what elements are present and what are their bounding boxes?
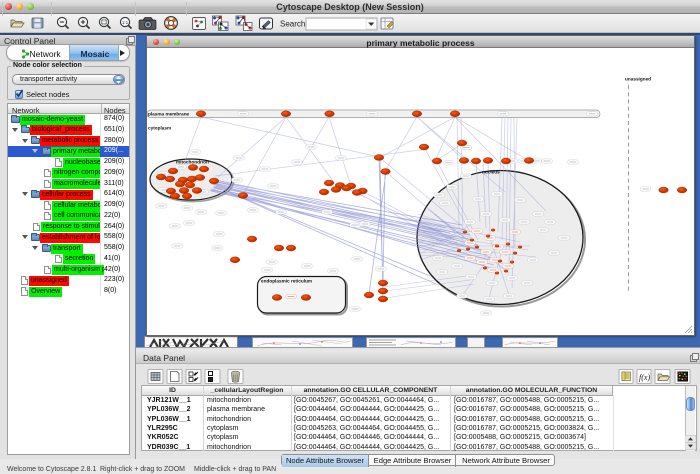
svg-text:mitochondrion: mitochondrion	[176, 160, 209, 165]
svg-text:endoplasmic reticulum: endoplasmic reticulum	[261, 279, 312, 284]
svg-text:f(x): f(x)	[639, 373, 650, 382]
svg-text:nucleus: nucleus	[482, 170, 500, 175]
svg-text:unassigned: unassigned	[625, 77, 651, 82]
svg-text:cytoplasm: cytoplasm	[148, 126, 171, 131]
svg-text:Search:: Search:	[280, 20, 308, 29]
svg-text:plasma membrane: plasma membrane	[148, 111, 190, 116]
svg-text:1:1: 1:1	[122, 20, 129, 25]
